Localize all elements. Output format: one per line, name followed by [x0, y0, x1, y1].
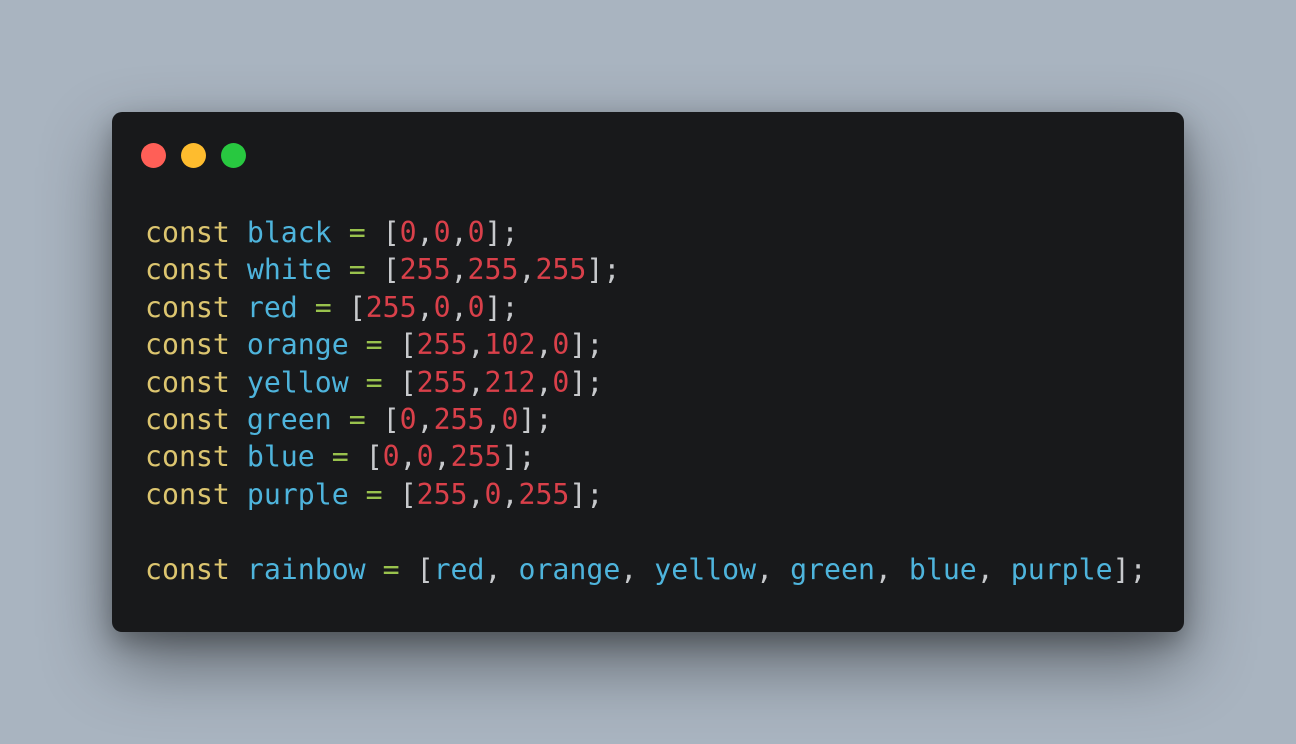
code-line: const black = [0,0,0]; — [145, 216, 519, 249]
minimize-button[interactable] — [181, 143, 206, 168]
close-button[interactable] — [141, 143, 166, 168]
window-controls — [141, 143, 246, 168]
maximize-button[interactable] — [221, 143, 246, 168]
code-line: const blue = [0,0,255]; — [145, 440, 536, 474]
code-line: const orange = [255,102,0]; — [145, 328, 604, 362]
code-block: const black = [0,0,0]; const white = [255… — [145, 214, 1147, 588]
code-line: const red = [255,0,0]; — [145, 290, 519, 324]
code-line: const white = [255,255,255]; — [145, 253, 621, 287]
code-line: const purple = [255,0,255]; — [145, 477, 604, 511]
code-line: const rainbow = [red, orange, yellow, gr… — [145, 552, 1147, 586]
code-line: const yellow = [255,212,0]; — [145, 365, 604, 399]
code-line: const green = [0,255,0]; — [145, 402, 553, 436]
code-window: const black = [0,0,0]; const white = [255… — [112, 112, 1184, 632]
